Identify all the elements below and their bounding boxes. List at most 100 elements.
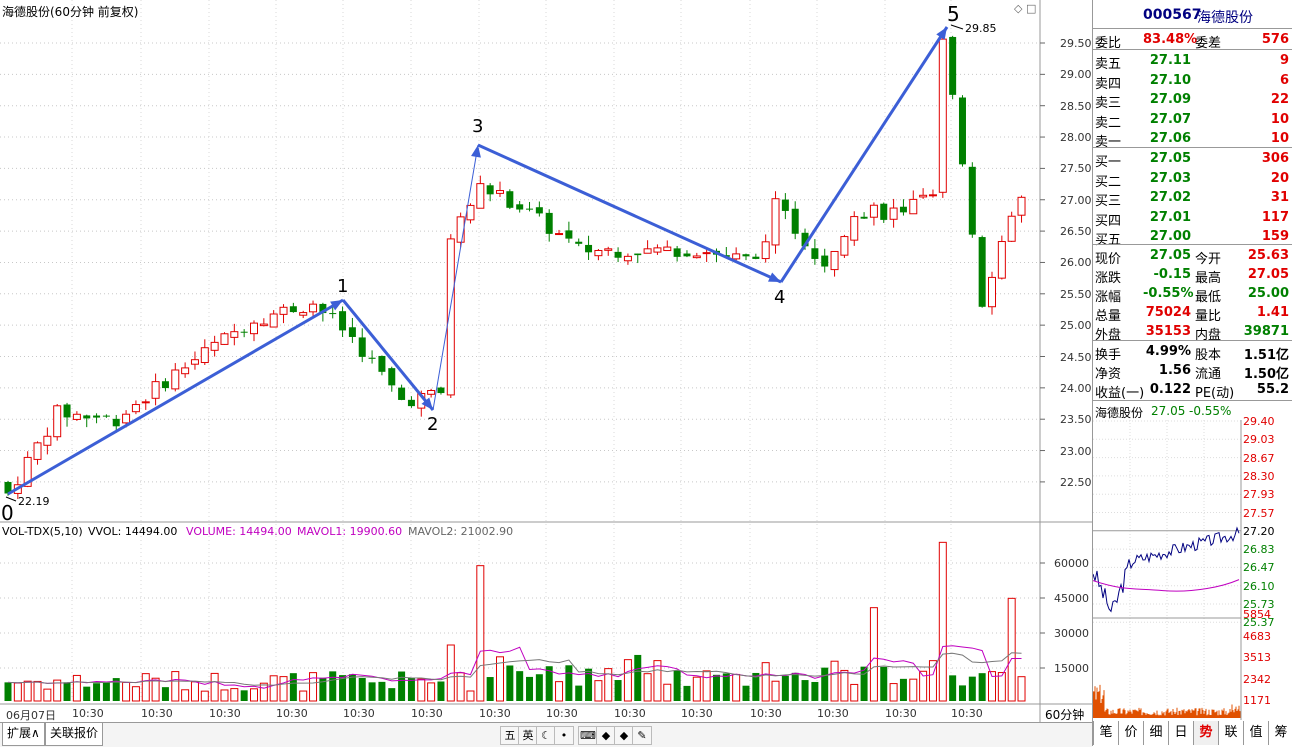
candle-body [919,194,928,198]
ask-row[interactable]: 卖三 27.09 22 [1093,90,1292,111]
candle-body [673,248,681,257]
candle-body [781,199,789,211]
candle-body [476,183,485,209]
bid-row[interactable]: 买四 27.01 117 [1093,208,1292,229]
moon-icon[interactable]: ☾ [536,726,556,745]
time-axis-label: 10:30 [343,707,375,720]
volume-bar [33,680,42,702]
candle-body [200,347,209,364]
candle-body [269,313,278,328]
bid-row[interactable]: 买二 27.03 20 [1093,169,1292,190]
candle-body [643,248,652,254]
candle-body [339,311,347,331]
candle-body [988,276,996,308]
volume-bar [417,678,426,702]
stat-row: 总量 75024 量比 1.41 [1093,303,1292,324]
tab-related-quotes[interactable]: 关联报价 [45,723,104,746]
volume-bar [161,687,169,701]
mini-price-axis-label: 26.10 [1243,579,1275,593]
ime-english-icon[interactable]: 英 [518,726,538,745]
mini-price-axis-label: 28.30 [1243,469,1275,483]
low-annotation: 22.19 [18,495,50,508]
mini-tab-2[interactable]: 细 [1143,721,1168,745]
mini-tab-0[interactable]: 笔 [1093,721,1118,745]
mini-tab-4[interactable]: 势 [1193,721,1218,745]
candle-body [407,399,415,407]
ask-row[interactable]: 卖四 27.10 6 [1093,71,1292,92]
volume-bar [968,676,976,701]
candle-body [240,331,248,333]
volume-bar [269,675,278,702]
wave-label-3: 3 [472,116,484,137]
mini-tab-3[interactable]: 日 [1168,721,1193,745]
ask-volume: 10 [1270,111,1289,127]
volume-bar [348,674,356,701]
candle-body [860,216,868,219]
volume-bar [997,672,1006,702]
volume-bar [486,677,494,701]
candle-body [545,212,553,234]
stock-name: 海德股份 [1197,10,1253,26]
candle-body [909,198,918,215]
ask-row[interactable]: 卖一 27.06 10 [1093,129,1292,150]
candle-body [43,435,52,446]
volume-bar [407,677,415,701]
price-axis-label: 22.50 [1060,475,1092,489]
candle-body [190,359,199,365]
settings-icon[interactable]: ◆ [614,726,634,745]
time-axis-label: 10:30 [817,707,849,720]
high-annotation: 29.85 [965,22,997,35]
ask-label: 卖二 [1095,115,1122,131]
candle-body [398,387,406,400]
volume-bar [240,690,248,701]
volume-bar [368,682,376,701]
quote-panel: 000567 海德股份 委比 83.48% 委差 576 卖五 27.11 9 卖四 2… [1092,0,1292,746]
mini-tab-5[interactable]: 联 [1218,721,1243,745]
candle-body [102,415,110,417]
wave-arrow-line [341,299,435,411]
ask-row[interactable]: 卖五 27.11 9 [1093,51,1292,72]
period-label[interactable]: 60分钟 [1045,706,1084,723]
fundamental-value: 4.99% [1145,344,1191,359]
candle-body [368,357,376,359]
bid-row[interactable]: 买一 27.05 306 [1093,149,1292,170]
mini-tab-7[interactable]: 筹 [1268,721,1292,745]
ask-label: 卖五 [1095,57,1122,72]
tab-expand[interactable]: 扩展∧ [2,723,45,746]
mini-tab-1[interactable]: 价 [1118,721,1143,745]
wrench-icon[interactable]: ✎ [632,726,652,745]
bid-row[interactable]: 买三 27.02 31 [1093,188,1292,209]
candle-body [289,306,297,313]
volume-bar [299,690,308,702]
candle-body [771,198,780,246]
volume-bar [230,688,239,702]
time-axis-label: 10:30 [750,707,782,720]
candle-body [732,253,741,260]
kline-chart-area[interactable]: 海德股份(60分钟 前复权) ◇ □ VOL-TDX(5,10) VVOL: 1… [0,0,1092,746]
ask-row[interactable]: 卖二 27.07 10 [1093,110,1292,131]
mini-price-axis-label: 29.40 [1243,415,1275,428]
volume-bar [526,676,534,701]
fundamental-value: 0.122 [1149,382,1191,397]
price-axis-label: 28.00 [1060,131,1092,145]
time-axis-label: 10:30 [411,707,443,720]
mini-tab-6[interactable]: 值 [1243,721,1268,745]
candle-body [131,404,140,413]
volume-bar [329,671,337,701]
skin-icon[interactable]: ◆ [596,726,616,745]
mini-chart-name: 海德股份 [1095,406,1144,420]
volume-axis-label: 30000 [1054,627,1089,640]
candle-body [506,191,514,208]
candle-body [348,327,356,337]
volume-bar [23,680,32,702]
dot-icon[interactable]: • [554,726,574,745]
chart-corner-icons[interactable]: ◇ □ [1014,2,1036,15]
kline-chart[interactable] [0,0,1092,722]
volume-bar [378,681,386,701]
candle-body [516,204,524,210]
candle-body [869,204,878,218]
volume-bar [83,686,91,701]
ime-wubi-icon[interactable]: 五 [500,726,520,745]
keyboard-icon[interactable]: ⌨ [578,726,598,745]
chart-title: 海德股份(60分钟 前复权) [2,5,139,19]
